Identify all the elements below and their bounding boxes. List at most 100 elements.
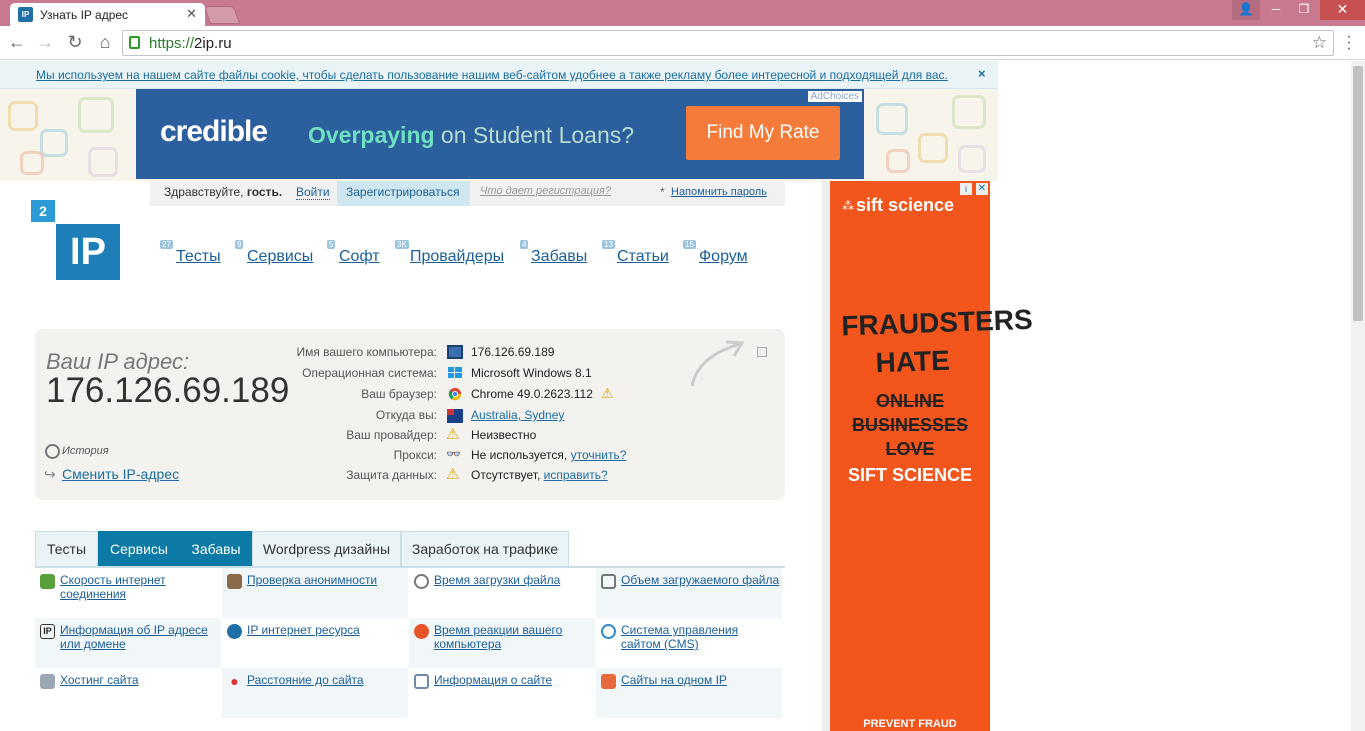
history-link[interactable]: История — [62, 445, 109, 457]
tab-close-icon[interactable]: ✕ — [186, 6, 197, 22]
chrome-icon — [448, 387, 462, 401]
windows-icon — [448, 367, 462, 378]
adchoices-label[interactable]: AdChoices — [807, 91, 862, 102]
reaction-time-icon — [414, 624, 429, 639]
service-item[interactable]: Время загрузки файла — [409, 568, 595, 618]
cookie-notice: Мы используем на нашем сайте файлы cooki… — [0, 61, 998, 89]
history-icon — [45, 444, 60, 459]
info-key: Прокси: — [393, 448, 437, 462]
service-item[interactable]: ● Расстояние до сайта — [222, 668, 408, 718]
ip-resource-icon — [227, 624, 242, 639]
service-item[interactable]: Время реакции вашего компьютера — [409, 618, 595, 668]
tab-wordpress[interactable]: Wordpress дизайны — [252, 531, 401, 567]
tab-title: Узнать IP адрес — [40, 8, 129, 22]
ad-tagline: Overpaying on Student Loans? — [308, 122, 635, 148]
service-item[interactable]: IP Информация об IP адресе или домене — [35, 618, 221, 668]
change-ip-link[interactable]: Сменить IP-адрес — [62, 466, 179, 482]
menu-badge: 27 — [160, 240, 173, 249]
service-item[interactable]: Объем загружаемого файла — [596, 568, 782, 618]
file-size-icon — [601, 574, 616, 589]
ad-brand-logo: credible — [160, 115, 268, 148]
forward-icon[interactable]: → — [34, 32, 56, 53]
auth-bar: Здравствуйте, гость. Войти Зарегистриров… — [150, 181, 785, 206]
warning-icon: ⚠ — [601, 385, 614, 401]
ad-sift-text: SIFT SCIENCE — [847, 465, 972, 485]
cookie-notice-link[interactable]: Мы используем на нашем сайте файлы cooki… — [36, 68, 948, 82]
change-ip-icon: ↪ — [44, 466, 56, 482]
service-item[interactable]: IP интернет ресурса — [222, 618, 408, 668]
ad-close-icon[interactable]: ✕ — [976, 183, 988, 195]
register-tab[interactable]: Зарегистрироваться — [337, 181, 470, 206]
service-item[interactable]: Система управления сайтом (CMS) — [596, 618, 782, 668]
info-key: Ваш провайдер: — [346, 428, 437, 442]
menu-articles[interactable]: Статьи — [617, 248, 669, 266]
menu-badge: 3K — [395, 240, 409, 249]
browser-tab[interactable]: IP Узнать IP адрес ✕ — [10, 3, 205, 26]
menu-badge: 13 — [602, 240, 615, 249]
ad-struck-word: BUSINESSES — [851, 415, 969, 435]
info-value: Microsoft Windows 8.1 — [471, 366, 592, 380]
reload-icon[interactable]: ↻ — [64, 32, 86, 53]
menu-forum[interactable]: Форум — [699, 248, 748, 266]
tab-fun[interactable]: Забавы — [180, 531, 252, 567]
warning-icon: ⚠ — [446, 466, 460, 483]
browser-menu-icon[interactable]: · · · — [1341, 29, 1357, 57]
site-logo[interactable]: IP — [56, 224, 120, 280]
glasses-icon: 👓 — [446, 447, 461, 461]
hosting-icon — [40, 674, 55, 689]
menu-badge: 15 — [683, 240, 696, 249]
menu-fun[interactable]: Забавы — [531, 248, 587, 266]
location-link[interactable]: Australia, Sydney — [471, 408, 564, 422]
service-item[interactable]: Хостинг сайта — [35, 668, 221, 718]
address-bar[interactable]: https://2ip.ru ☆ — [122, 30, 1334, 56]
menu-providers[interactable]: Провайдеры — [410, 248, 504, 266]
logo-small[interactable]: 2 — [31, 200, 55, 222]
site-info-icon — [414, 674, 429, 689]
menu-services[interactable]: Сервисы — [247, 248, 313, 266]
ad-headline: FRAUDSTERS HATE — [840, 303, 1034, 379]
menu-tests[interactable]: Тесты — [176, 248, 221, 266]
anonymity-icon — [227, 574, 242, 589]
menu-badge: 4 — [520, 240, 529, 249]
warning-icon: ⚠ — [446, 426, 460, 443]
home-icon[interactable]: ⌂ — [94, 32, 116, 53]
remind-password-link[interactable]: Напомнить пароль — [671, 186, 767, 198]
new-tab-button[interactable] — [203, 6, 241, 24]
menu-soft[interactable]: Софт — [339, 248, 380, 266]
tab-tests[interactable]: Тесты — [35, 531, 98, 567]
ad-struck-word: LOVE — [885, 439, 935, 459]
ad-info-icon[interactable]: i — [960, 183, 972, 195]
back-icon[interactable]: ← — [6, 32, 28, 53]
minimize-button[interactable]: ─ — [1262, 0, 1290, 20]
clock-icon — [414, 574, 429, 589]
info-key: Защита данных: — [346, 468, 437, 482]
clarify-link[interactable]: уточнить? — [571, 448, 627, 462]
service-item[interactable]: Информация о сайте — [409, 668, 595, 718]
fix-link[interactable]: исправить? — [544, 468, 608, 482]
service-item[interactable]: Скорость интернет соединения — [35, 568, 221, 618]
tab-services[interactable]: Сервисы — [98, 531, 180, 567]
maximize-button[interactable]: ❐ — [1290, 0, 1318, 20]
login-link[interactable]: Войти — [296, 185, 330, 200]
info-value: 176.126.69.189 — [471, 345, 555, 359]
side-divider — [822, 181, 830, 731]
side-banner-ad[interactable]: i ✕ sift science ⁂ FRAUDSTERS HATE ONLIN… — [830, 181, 1034, 731]
speed-icon — [40, 574, 55, 589]
profile-icon[interactable]: 👤 — [1232, 0, 1260, 20]
service-item[interactable]: Проверка анонимности — [222, 568, 408, 618]
info-key: Имя вашего компьютера: — [296, 345, 437, 359]
bookmark-star-icon[interactable]: ☆ — [1312, 33, 1327, 53]
info-value: Неизвестно — [471, 428, 537, 442]
why-register-link[interactable]: Что дает регистрация? — [480, 185, 611, 197]
ad-cta-button[interactable]: Find My Rate — [686, 106, 840, 160]
tab-earnings[interactable]: Заработок на трафике — [401, 531, 569, 567]
top-banner-ad[interactable]: AdChoices credible Overpaying on Student… — [136, 89, 864, 179]
window-close-button[interactable]: ✕ — [1320, 0, 1365, 20]
service-item[interactable]: Сайты на одном IP — [596, 668, 782, 718]
collapse-checkbox[interactable] — [757, 347, 767, 357]
arrow-icon — [690, 340, 745, 387]
scrollbar-thumb[interactable] — [1353, 66, 1363, 321]
lock-icon — [129, 36, 140, 49]
cookie-close-icon[interactable]: × — [978, 66, 986, 81]
register-link[interactable]: Зарегистрироваться — [346, 185, 459, 199]
